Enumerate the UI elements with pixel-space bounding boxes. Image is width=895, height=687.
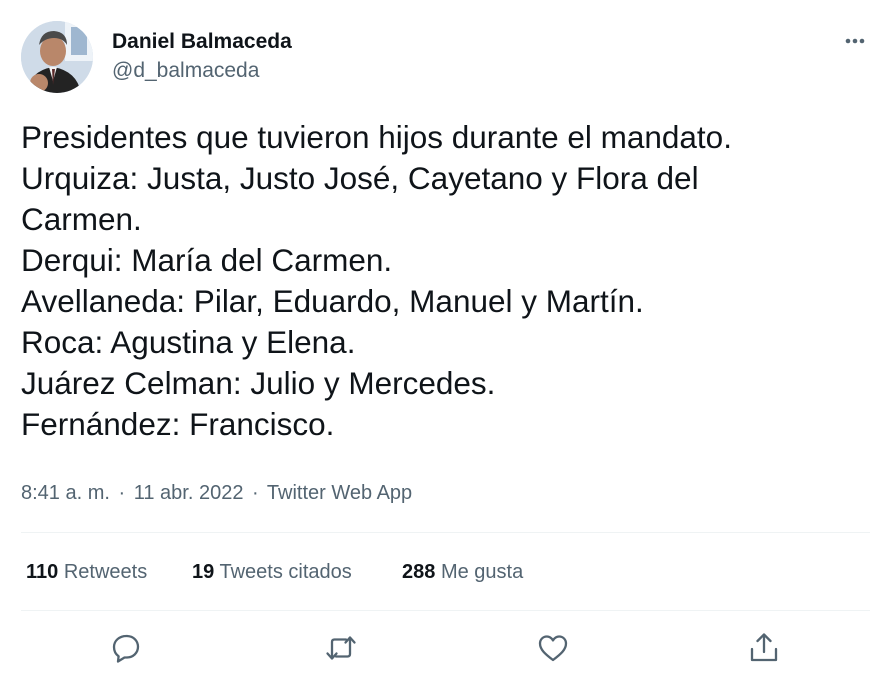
quote-tweets-count: 19 (192, 561, 215, 583)
tweet-text-line: Fernández: Francisco. (21, 406, 335, 442)
like-icon[interactable] (533, 628, 573, 668)
retweets-count: 110 (26, 561, 59, 583)
author-display-name[interactable]: Daniel Balmaceda (112, 29, 292, 55)
meta-separator: · (252, 482, 259, 504)
meta-separator: · (118, 482, 126, 504)
divider (21, 610, 870, 611)
retweets-stat[interactable]: 110 Retweets (26, 558, 147, 586)
tweet: Daniel Balmaceda @d_balmaceda Presidente… (0, 0, 895, 687)
tweet-time[interactable]: 8:41 a. m. (21, 482, 110, 504)
tweet-text-line: Presidentes que tuvieron hijos durante e… (21, 119, 732, 155)
likes-stat[interactable]: 288 Me gusta (402, 558, 523, 586)
likes-label: Me gusta (440, 561, 524, 583)
author-handle[interactable]: @d_balmaceda (112, 58, 259, 84)
share-icon[interactable] (744, 628, 784, 668)
tweet-text-line: Carmen. (21, 201, 142, 237)
retweets-label: Retweets (63, 561, 148, 583)
tweet-date[interactable]: 11 abr. 2022 (134, 482, 244, 504)
tweet-text-line: Avellaneda: Pilar, Eduardo, Manuel y Mar… (21, 283, 644, 319)
retweet-icon[interactable] (321, 628, 361, 668)
quote-tweets-label: Tweets citados (219, 561, 352, 583)
likes-count: 288 (402, 561, 436, 583)
avatar[interactable] (21, 21, 93, 93)
more-options-icon[interactable] (836, 26, 872, 56)
tweet-source[interactable]: Twitter Web App (267, 482, 412, 504)
tweet-text-line: Juárez Celman: Julio y Mercedes. (21, 365, 496, 401)
tweet-text-line: Derqui: María del Carmen. (21, 242, 393, 278)
reply-icon[interactable] (106, 628, 146, 668)
tweet-text-line: Urquiza: Justa, Justo José, Cayetano y F… (21, 160, 699, 196)
divider (21, 532, 870, 533)
tweet-text-line: Roca: Agustina y Elena. (21, 324, 356, 360)
tweet-text: Presidentes que tuvieron hijos durante e… (21, 117, 871, 445)
quote-tweets-stat[interactable]: 19 Tweets citados (192, 558, 352, 586)
tweet-metadata: 8:41 a. m. · 11 abr. 2022 · Twitter Web … (21, 479, 412, 507)
